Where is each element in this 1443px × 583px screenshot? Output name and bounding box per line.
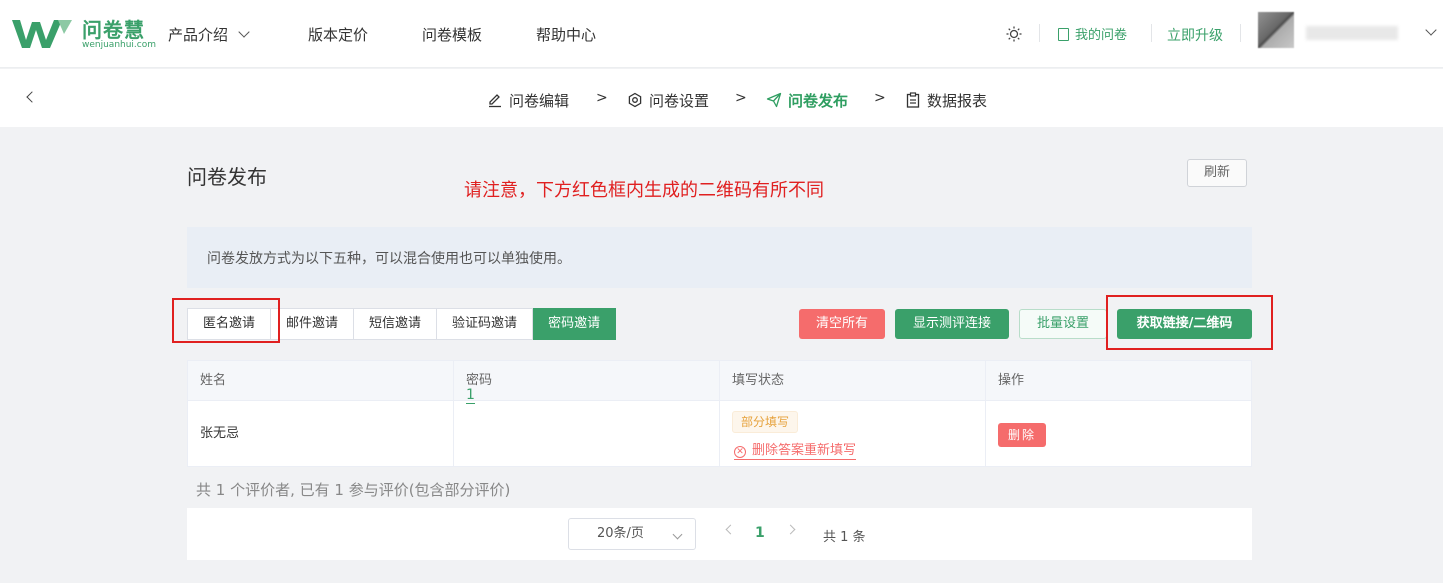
edit-icon bbox=[489, 94, 501, 108]
column-header-status: 填写状态 bbox=[720, 361, 986, 401]
annotation-notice: 请注意，下方红色框内生成的二维码有所不同 bbox=[464, 180, 824, 201]
show-test-link-button[interactable]: 显示测评连接 bbox=[895, 309, 1009, 339]
highlight-frame-get-link bbox=[1106, 295, 1273, 350]
pagination: 20条/页 1 共 1 条 bbox=[187, 508, 1252, 560]
chevron-down-icon bbox=[672, 529, 683, 540]
cell-name: 张无忌 bbox=[188, 401, 454, 467]
highlight-frame-anonymous bbox=[172, 298, 280, 343]
upgrade-link[interactable]: 立即升级 bbox=[1167, 25, 1223, 45]
step-separator: > bbox=[874, 90, 886, 106]
avatar[interactable] bbox=[1258, 12, 1294, 48]
current-page[interactable]: 1 bbox=[755, 525, 765, 541]
next-page-icon[interactable] bbox=[785, 524, 796, 535]
batch-settings-button[interactable]: 批量设置 bbox=[1019, 309, 1107, 339]
tab-email-invite[interactable]: 邮件邀请 bbox=[271, 308, 355, 340]
nav-product-intro[interactable]: 产品介绍 bbox=[168, 24, 250, 45]
divider bbox=[1240, 24, 1241, 42]
chevron-down-icon[interactable] bbox=[1425, 24, 1437, 36]
invitee-table: 姓名 密码 填写状态 操作 张无忌 1 部分填写 ✕ 删除答案重新填写 删除 bbox=[187, 360, 1252, 467]
settings-icon bbox=[628, 92, 642, 108]
reset-answer-label: 删除答案重新填写 bbox=[752, 443, 857, 458]
step-settings[interactable]: 问卷设置 bbox=[627, 90, 709, 111]
nav-pricing[interactable]: 版本定价 bbox=[308, 24, 368, 45]
password-link[interactable]: 1 bbox=[466, 387, 475, 404]
tab-password-invite[interactable]: 密码邀请 bbox=[533, 308, 617, 340]
step-settings-label: 问卷设置 bbox=[649, 92, 710, 110]
send-icon bbox=[766, 92, 782, 108]
info-banner: 问卷发放方式为以下五种，可以混合使用也可以单独使用。 bbox=[187, 227, 1252, 288]
status-badge: 部分填写 bbox=[732, 411, 799, 433]
cell-action: 删除 bbox=[986, 401, 1251, 467]
refresh-button[interactable]: 刷新 bbox=[1187, 159, 1247, 187]
step-publish[interactable]: 问卷发布 bbox=[766, 90, 848, 111]
tab-code-invite[interactable]: 验证码邀请 bbox=[437, 308, 534, 340]
page-size-select[interactable]: 20条/页 bbox=[568, 518, 696, 550]
step-report-label: 数据报表 bbox=[927, 92, 988, 110]
prev-page-icon[interactable] bbox=[725, 524, 736, 535]
delete-button[interactable]: 删除 bbox=[998, 423, 1047, 447]
step-separator: > bbox=[735, 90, 747, 106]
summary-text: 共 1 个评价者, 已有 1 参与评价(包含部分评价) bbox=[196, 481, 511, 499]
clear-all-button[interactable]: 清空所有 bbox=[799, 309, 885, 339]
back-arrow-icon[interactable] bbox=[26, 91, 38, 103]
reset-answer-link[interactable]: ✕ 删除答案重新填写 bbox=[734, 439, 857, 460]
step-edit[interactable]: 问卷编辑 bbox=[487, 90, 569, 111]
nav-help-center[interactable]: 帮助中心 bbox=[536, 24, 596, 45]
top-navigation: 问卷慧 wenjuanhui.com 产品介绍 版本定价 问卷模板 帮助中心 我… bbox=[0, 0, 1443, 68]
clipboard-icon bbox=[906, 92, 920, 108]
brand-logo-icon[interactable] bbox=[10, 14, 74, 52]
step-separator: > bbox=[596, 90, 608, 106]
document-icon bbox=[1058, 28, 1069, 41]
nav-product-intro-label: 产品介绍 bbox=[168, 26, 229, 44]
cell-status: 部分填写 ✕ 删除答案重新填写 bbox=[720, 401, 986, 467]
column-header-name: 姓名 bbox=[188, 361, 454, 401]
step-edit-label: 问卷编辑 bbox=[509, 92, 570, 110]
step-publish-label: 问卷发布 bbox=[788, 92, 849, 110]
brand-name[interactable]: 问卷慧 bbox=[82, 14, 145, 43]
nav-templates[interactable]: 问卷模板 bbox=[422, 24, 482, 45]
page-title: 问卷发布 bbox=[187, 165, 267, 189]
divider bbox=[1151, 24, 1152, 42]
brand-domain: wenjuanhui.com bbox=[82, 40, 157, 50]
step-navigation: 问卷编辑 > 问卷设置 > 问卷发布 > 数据报表 bbox=[0, 69, 1443, 127]
close-circle-icon: ✕ bbox=[734, 446, 746, 458]
cell-password bbox=[454, 401, 720, 467]
total-count: 共 1 条 bbox=[823, 530, 866, 545]
theme-sun-icon[interactable] bbox=[1006, 26, 1022, 42]
tab-sms-invite[interactable]: 短信邀请 bbox=[354, 308, 438, 340]
my-surveys-link[interactable]: 我的问卷 bbox=[1058, 24, 1127, 43]
chevron-down-icon bbox=[238, 26, 250, 38]
my-surveys-label: 我的问卷 bbox=[1075, 28, 1128, 43]
column-header-password: 密码 bbox=[454, 361, 720, 401]
step-report[interactable]: 数据报表 bbox=[905, 90, 987, 111]
column-header-action: 操作 bbox=[986, 361, 1251, 401]
user-name-redacted[interactable] bbox=[1306, 26, 1398, 40]
divider bbox=[1039, 24, 1040, 42]
page-size-value: 20条/页 bbox=[597, 526, 644, 541]
